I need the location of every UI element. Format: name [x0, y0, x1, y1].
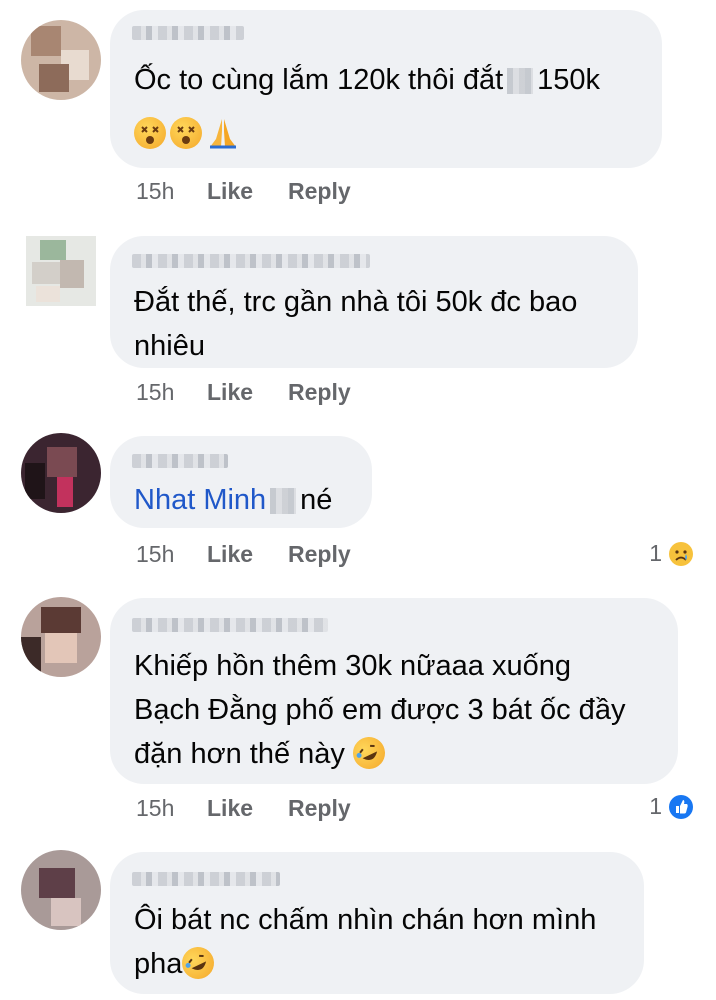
- reply-button[interactable]: Reply: [288, 379, 351, 406]
- comment-text-part: 150k: [537, 64, 601, 96]
- rolling-laughing-icon: [347, 731, 391, 775]
- dizzy-face-icon: [134, 117, 166, 149]
- comment-text: Ôi bát nc chấm nhìn chán hơn mình: [134, 904, 597, 936]
- comment-bubble: Khiếp hồn thêm 30k nữaaa xuống Bạch Đằng…: [110, 598, 678, 784]
- reply-button[interactable]: Reply: [288, 178, 351, 205]
- redacted-text: [270, 488, 297, 515]
- author-name-blurred[interactable]: [132, 26, 244, 40]
- emoji-row: [134, 112, 240, 156]
- like-button[interactable]: Like: [207, 178, 253, 205]
- reaction-count: 1: [649, 540, 662, 566]
- avatar[interactable]: [21, 20, 101, 100]
- author-name-blurred[interactable]: [132, 618, 328, 632]
- like-thumb-icon: [669, 794, 693, 819]
- avatar[interactable]: [21, 597, 101, 677]
- comment-bubble: Nhat Minh né: [110, 436, 372, 528]
- reaction-summary[interactable]: 1: [649, 793, 694, 820]
- reaction-count: 1: [649, 793, 662, 819]
- like-button[interactable]: Like: [207, 795, 253, 822]
- author-name-blurred[interactable]: [132, 254, 370, 268]
- comment-text: đặn hơn thế này: [134, 731, 391, 776]
- author-name-blurred[interactable]: [132, 454, 228, 468]
- comment-text: Bạch Đằng phố em được 3 bát ốc đầy: [134, 694, 626, 726]
- comment-text: Đắt thế, trc gần nhà tôi 50k đc bao: [134, 286, 578, 318]
- comment-bubble: Ôi bát nc chấm nhìn chán hơn mình pha: [110, 852, 644, 994]
- mention-link[interactable]: Nhat Minh: [134, 484, 266, 516]
- like-button[interactable]: Like: [207, 379, 253, 406]
- comment-bubble: Ốc to cùng lắm 120k thôi đắt 150k: [110, 10, 662, 168]
- timestamp[interactable]: 15h: [136, 178, 174, 205]
- comment-text-part: đặn hơn thế này: [134, 738, 345, 770]
- comment-bubble: Đắt thế, trc gần nhà tôi 50k đc bao nhiê…: [110, 236, 638, 368]
- comment-text-part: pha: [134, 948, 183, 980]
- reply-button[interactable]: Reply: [288, 541, 351, 568]
- sad-face-icon: [669, 541, 693, 566]
- comment-text: pha: [134, 941, 220, 986]
- comment-text: nhiêu: [134, 330, 205, 362]
- reply-button[interactable]: Reply: [288, 795, 351, 822]
- redacted-text: [507, 68, 534, 95]
- comment-text-part: né: [300, 484, 333, 516]
- comment-text: Nhat Minh né: [134, 478, 332, 522]
- avatar[interactable]: [21, 433, 101, 513]
- reaction-summary[interactable]: 1: [649, 540, 694, 567]
- timestamp[interactable]: 15h: [136, 379, 174, 406]
- folded-hands-icon: [206, 117, 240, 149]
- timestamp[interactable]: 15h: [136, 541, 174, 568]
- dizzy-face-icon: [170, 117, 202, 149]
- comment-text-part: Ốc to cùng lắm 120k thôi đắt: [134, 64, 504, 96]
- avatar[interactable]: [26, 236, 96, 306]
- author-name-blurred[interactable]: [132, 872, 280, 886]
- timestamp[interactable]: 15h: [136, 795, 174, 822]
- comment-text: Ốc to cùng lắm 120k thôi đắt 150k: [134, 58, 600, 102]
- rolling-laughing-icon: [177, 941, 220, 985]
- like-button[interactable]: Like: [207, 541, 253, 568]
- avatar[interactable]: [21, 850, 101, 930]
- comment-text: Khiếp hồn thêm 30k nữaaa xuống: [134, 650, 572, 682]
